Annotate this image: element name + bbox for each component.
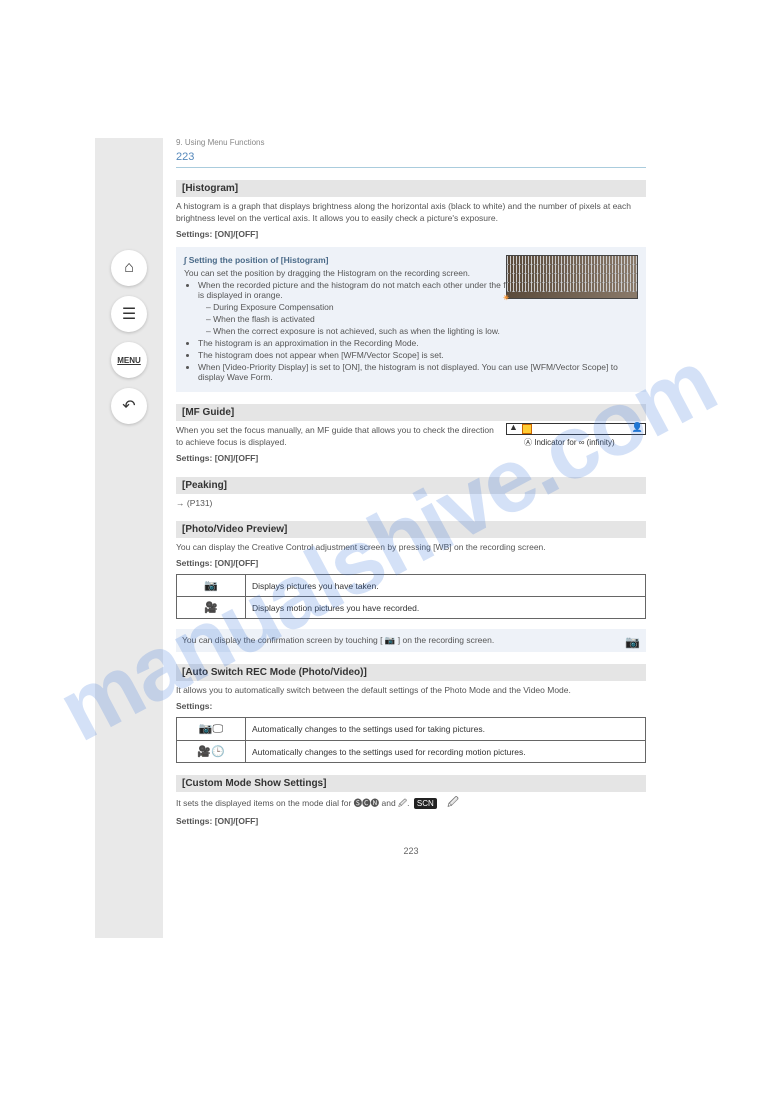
peaking-body: → (P131) — [176, 498, 646, 510]
mfguide-settings: Settings: [ON]/[OFF] — [176, 453, 646, 463]
page-title: 223 — [176, 151, 646, 163]
confirm-info-box: 📷 You can display the confirmation scree… — [176, 629, 646, 652]
mf-annot-a: Ⓐ — [524, 438, 532, 447]
displaymode-settings: Settings: [ON]/[OFF] — [176, 558, 646, 568]
autooff-table: 📷🖵 Automatically changes to the settings… — [176, 717, 646, 763]
section-mfguide-header: [MF Guide] — [176, 404, 646, 421]
autooff-body: It allows you to automatically switch be… — [176, 685, 646, 697]
divider — [176, 167, 646, 168]
scn-icon: SCN — [414, 798, 437, 809]
autooff-row1-text: Automatically changes to the settings us… — [246, 718, 646, 741]
mf-annot-label: Indicator for ∞ (infinity) — [534, 438, 614, 447]
section-displaymode-header: [Photo/Video Preview] — [176, 521, 646, 538]
hist-note-6: When [Video-Priority Display] is set to … — [198, 362, 638, 382]
histogram-body: A histogram is a graph that displays bri… — [176, 201, 646, 225]
page-content: 9. Using Menu Functions 223 [Histogram] … — [176, 138, 646, 856]
section-autooff-header: [Auto Switch REC Mode (Photo/Video)] — [176, 664, 646, 681]
customdial-settings: Settings: [ON]/[OFF] — [176, 816, 646, 826]
confirm-info-body: You can display the confirmation screen … — [182, 635, 494, 645]
menu-icon[interactable]: MENU — [111, 342, 147, 378]
hist-note-5: The histogram does not appear when [WFM/… — [198, 350, 638, 360]
home-icon[interactable]: ⌂ — [111, 250, 147, 286]
histogram-info-box: ☀ ∫ Setting the position of [Histogram] … — [176, 247, 646, 392]
autooff-settings: Settings: — [176, 701, 646, 711]
hist-note-2: – When the flash is activated — [206, 314, 638, 324]
histogram-preview-image: ☀ — [506, 255, 638, 299]
displaymode-table: 📷 Displays pictures you have taken. 🎥 Di… — [176, 574, 646, 619]
person-icon: 👤 — [632, 422, 643, 433]
back-icon[interactable]: ↶ — [111, 388, 147, 424]
mountain-icon: ▲ — [509, 422, 518, 432]
section-customdial-header: [Custom Mode Show Settings] — [176, 775, 646, 792]
photo-mode-text: Displays pictures you have taken. — [246, 575, 646, 597]
mf-guide-figure: ▲ 👤 Ⓐ Indicator for ∞ (infinity) — [506, 421, 646, 448]
page-number: 223 — [176, 846, 646, 856]
video-mode-text: Displays motion pictures you have record… — [246, 597, 646, 619]
breadcrumb: 9. Using Menu Functions — [176, 138, 646, 147]
section-peaking-header: [Peaking] — [176, 477, 646, 494]
video-timer-icon: 🎥🕒 — [177, 741, 246, 763]
hist-note-4: The histogram is an approximation in the… — [198, 338, 638, 348]
photo-icon: 📷 — [177, 575, 246, 597]
section-histogram-header: [Histogram] — [176, 180, 646, 197]
histogram-settings: Settings: [ON]/[OFF] — [176, 229, 646, 239]
video-icon: 🎥 — [177, 597, 246, 619]
brush-icon: 🖉 — [447, 797, 459, 809]
displaymode-body: You can display the Creative Control adj… — [176, 542, 646, 554]
mf-slider-marker — [522, 424, 532, 434]
list-icon[interactable]: ☰ — [111, 296, 147, 332]
hist-note-3: – When the correct exposure is not achie… — [206, 326, 638, 336]
hist-note-1: – During Exposure Compensation — [206, 302, 638, 312]
autooff-row2-text: Automatically changes to the settings us… — [246, 741, 646, 763]
camera-inline-icon: 📷 — [625, 635, 640, 649]
photo-burst-icon: 📷🖵 — [177, 718, 246, 741]
customdial-body: It sets the displayed items on the mode … — [176, 796, 646, 811]
sidebar: ⌂ ☰ MENU ↶ — [95, 138, 163, 938]
